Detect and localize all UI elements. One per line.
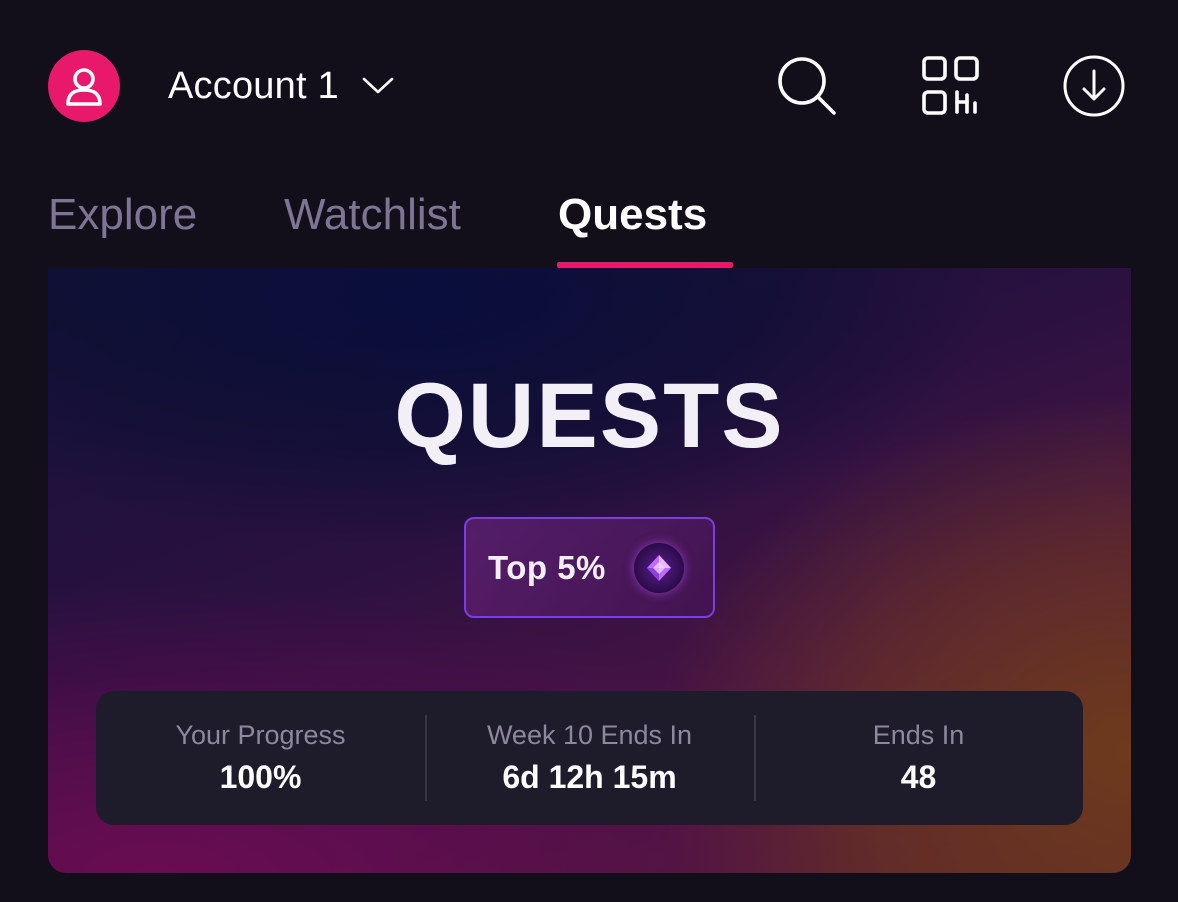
search-button[interactable] bbox=[775, 54, 839, 118]
rank-label: Top 5% bbox=[488, 548, 606, 586]
stat-value: 48 bbox=[900, 759, 937, 795]
app-screen: Account 1 Explore Watchlist Quests QUEST… bbox=[0, 0, 1178, 902]
account-name: Account 1 bbox=[168, 64, 339, 107]
stat-label: Your Progress bbox=[175, 720, 346, 750]
stat-value: 100% bbox=[219, 759, 302, 795]
stat-ends-in: Ends In 48 bbox=[754, 691, 1083, 825]
top-bar: Account 1 bbox=[0, 0, 1178, 170]
tab-bar: Explore Watchlist Quests bbox=[0, 180, 1178, 268]
user-icon bbox=[66, 68, 102, 106]
tab-explore[interactable]: Explore bbox=[48, 190, 197, 240]
rank-badge[interactable]: Top 5% bbox=[464, 517, 715, 618]
banner-title: QUESTS bbox=[394, 365, 785, 467]
stat-label: Week 10 Ends In bbox=[486, 720, 693, 750]
qr-code-icon bbox=[922, 56, 979, 115]
download-button[interactable] bbox=[1062, 54, 1126, 118]
stat-value: 6d 12h 15m bbox=[502, 759, 677, 795]
scan-qr-button[interactable] bbox=[918, 54, 982, 118]
stats-panel: Your Progress 100% Week 10 Ends In 6d 12… bbox=[96, 691, 1083, 825]
stat-progress: Your Progress 100% bbox=[96, 691, 425, 825]
tab-quests[interactable]: Quests bbox=[558, 190, 707, 240]
gem-icon bbox=[633, 542, 684, 593]
tab-watchlist[interactable]: Watchlist bbox=[284, 190, 461, 240]
account-selector[interactable]: Account 1 bbox=[168, 58, 395, 114]
search-icon bbox=[778, 57, 836, 115]
chevron-down-icon bbox=[361, 76, 395, 96]
account-avatar[interactable] bbox=[48, 50, 120, 122]
stat-label: Ends In bbox=[872, 720, 965, 750]
download-circle-icon bbox=[1063, 55, 1125, 117]
stat-week-ends: Week 10 Ends In 6d 12h 15m bbox=[425, 691, 754, 825]
quests-banner: QUESTS Top 5% Your Progress 100% Week 10… bbox=[48, 268, 1131, 873]
